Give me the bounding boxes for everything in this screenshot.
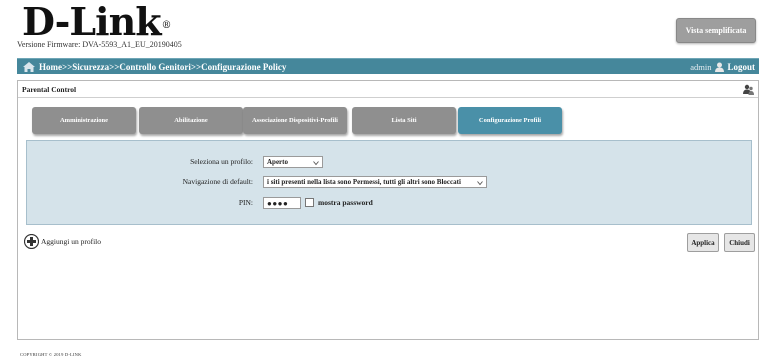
default-nav-select-value: i siti presenti nella lista sono Permess… (267, 178, 461, 186)
panel-divider (18, 97, 758, 98)
tab-abilitazione[interactable]: Abilitazione (139, 107, 243, 134)
user-icon (715, 62, 725, 72)
breadcrumb[interactable]: Home>>Sicurezza>>Controllo Genitori>>Con… (39, 62, 286, 72)
tab-configurazione-profili[interactable]: Configurazione Profili (458, 107, 562, 134)
users-icon[interactable] (743, 84, 754, 95)
apply-button[interactable]: Applica (687, 233, 719, 252)
profile-select-value: Aperto (267, 158, 288, 166)
chevron-down-icon (313, 161, 319, 166)
dlink-logo: D-Link® (22, 0, 172, 44)
home-icon[interactable] (23, 61, 35, 72)
tab-lista-siti[interactable]: Lista Siti (352, 107, 456, 134)
profile-label: Seleziona un profilo: (190, 157, 253, 166)
default-nav-label: Navigazione di default: (182, 177, 253, 186)
username: admin (690, 61, 712, 72)
close-button[interactable]: Chiudi (724, 233, 755, 252)
profile-config-form: Seleziona un profilo: Aperto Navigazione… (26, 140, 752, 225)
pin-input[interactable]: ●●●● (263, 197, 301, 209)
panel-title: Parental Control (22, 85, 77, 94)
tab-associazione-dispositivi-profili[interactable]: Associazione Dispositivi-Profili (243, 107, 347, 134)
add-circle-icon (24, 234, 39, 249)
show-password-checkbox[interactable] (305, 198, 314, 207)
user-area: admin Logout (690, 62, 755, 72)
chevron-down-icon (477, 181, 483, 186)
parental-control-panel: Parental Control Amministrazione Abilita… (17, 80, 759, 340)
pin-label: PIN: (238, 198, 253, 207)
tab-amministrazione[interactable]: Amministrazione (32, 107, 136, 134)
firmware-version: Versione Firmware: DVA-5593_A1_EU_201904… (17, 40, 182, 49)
copyright: COPYRIGHT © 2019 D-LINK (20, 352, 82, 357)
breadcrumb-bar: Home>>Sicurezza>>Controllo Genitori>>Con… (17, 58, 759, 74)
logout-link[interactable]: Logout (727, 62, 755, 72)
simple-view-button[interactable]: Vista semplificata (676, 18, 756, 43)
add-profile-label: Aggiungi un profilo (41, 237, 101, 246)
show-password-label: mostra password (318, 198, 373, 207)
default-nav-select[interactable]: i siti presenti nella lista sono Permess… (263, 176, 487, 188)
add-profile-button[interactable]: Aggiungi un profilo (24, 234, 101, 249)
profile-select[interactable]: Aperto (263, 156, 323, 168)
